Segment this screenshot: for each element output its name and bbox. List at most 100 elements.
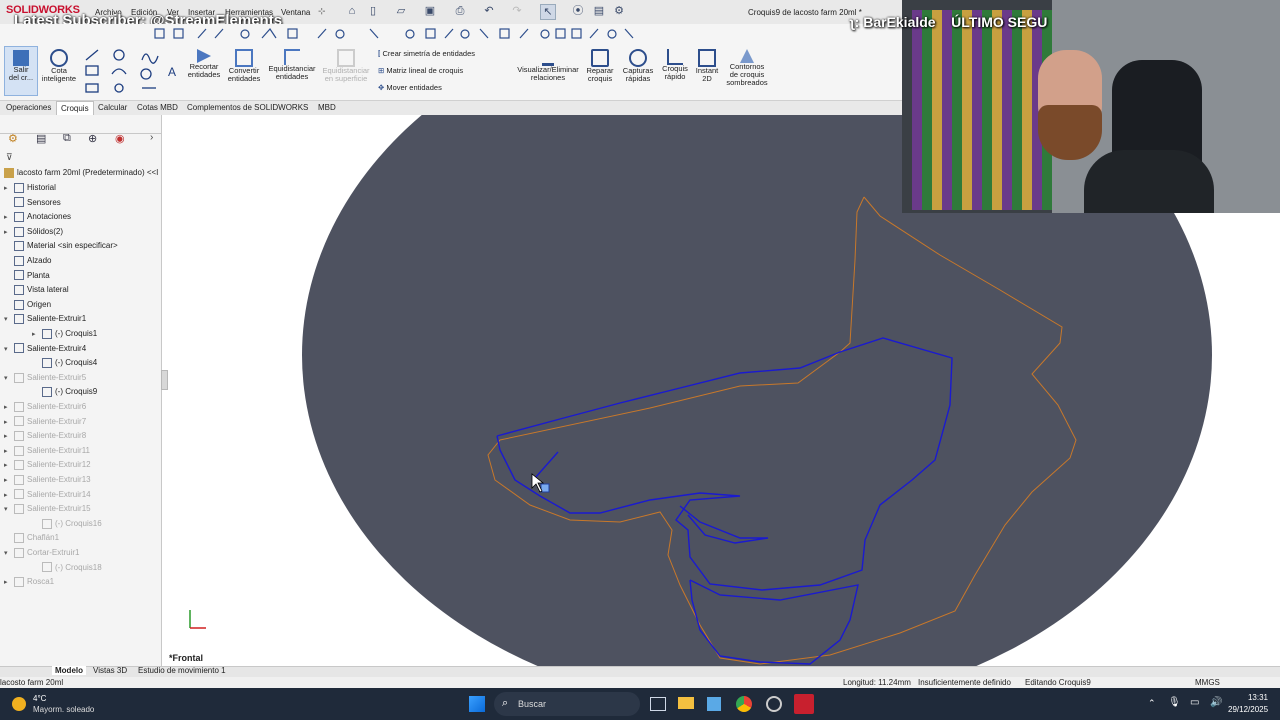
- tree-item[interactable]: (-) Croquis18: [32, 561, 102, 575]
- configuration-tab-icon[interactable]: ⧉: [63, 132, 71, 145]
- print-icon[interactable]: ⎙: [453, 4, 467, 18]
- select-arrow-icon[interactable]: ↖: [540, 4, 556, 20]
- tree-item[interactable]: Planta: [4, 269, 50, 283]
- tree-item[interactable]: Chaflán1: [4, 531, 59, 545]
- weather-temp[interactable]: 4°C: [33, 694, 46, 703]
- tree-item[interactable]: ▸ Saliente-Extruir6: [4, 400, 86, 414]
- tree-item[interactable]: ▾ Saliente-Extruir1: [4, 312, 86, 326]
- tree-root[interactable]: lacosto farm 20ml (Predeterminado) <<I: [4, 166, 158, 180]
- expand-toggle-icon[interactable]: ▸: [4, 416, 14, 430]
- panel-expand-arrow-icon[interactable]: ›: [150, 132, 153, 143]
- tab-calcular[interactable]: Calcular: [94, 101, 131, 114]
- tree-item[interactable]: ▸ Saliente-Extruir7: [4, 415, 86, 429]
- microphone-icon[interactable]: 🎙: [1168, 697, 1181, 708]
- tab-mbd[interactable]: MBD: [314, 101, 340, 114]
- expand-toggle-icon[interactable]: ▸: [4, 459, 14, 473]
- clock-date[interactable]: 29/12/2025: [1228, 705, 1268, 714]
- tab-vistas-3d[interactable]: Vistas 3D: [93, 666, 127, 675]
- expand-toggle-icon[interactable]: ▾: [4, 547, 14, 561]
- tree-item[interactable]: ▸ Saliente-Extruir11: [4, 444, 90, 458]
- task-view-icon[interactable]: [650, 697, 666, 711]
- expand-toggle-icon[interactable]: ▸: [4, 430, 14, 444]
- tray-chevron-icon[interactable]: ⌃: [1148, 698, 1156, 709]
- quick-snaps-button[interactable]: Capturas rápidas: [619, 46, 657, 86]
- tree-item[interactable]: ▸ Sólidos(2): [4, 225, 63, 239]
- tab-croquis[interactable]: Croquis: [56, 101, 94, 115]
- traffic-light-icon[interactable]: ⦿: [571, 4, 585, 18]
- smart-dimension-button[interactable]: Cota inteligente: [40, 46, 78, 86]
- expand-toggle-icon[interactable]: ▾: [4, 372, 14, 386]
- tree-item[interactable]: ▾ Saliente-Extruir15: [4, 502, 91, 516]
- tree-item[interactable]: ▸ Anotaciones: [4, 210, 71, 224]
- tab-estudio-movimiento[interactable]: Estudio de movimiento 1: [138, 666, 226, 675]
- expand-toggle-icon[interactable]: ▸: [4, 474, 14, 488]
- display-relations-button[interactable]: Visualizar/Eliminar relaciones: [515, 46, 581, 86]
- tree-item[interactable]: Material <sin especificar>: [4, 239, 118, 253]
- expand-toggle-icon[interactable]: ▸: [4, 211, 14, 225]
- dimxpert-tab-icon[interactable]: ⊕: [88, 132, 97, 145]
- volume-icon[interactable]: 🔊: [1210, 697, 1222, 708]
- feature-manager-tab-icon[interactable]: ⚙: [8, 132, 18, 145]
- tree-item[interactable]: ▾ Saliente-Extruir4: [4, 342, 86, 356]
- tree-item[interactable]: Origen: [4, 298, 51, 312]
- expand-toggle-icon[interactable]: ▾: [4, 343, 14, 357]
- tree-item[interactable]: ▸ (-) Croquis1: [32, 327, 97, 341]
- save-icon[interactable]: ▣: [423, 4, 437, 18]
- chrome-icon[interactable]: [736, 696, 752, 712]
- solidworks-taskbar-icon[interactable]: [794, 694, 814, 714]
- tree-item[interactable]: ▸ Saliente-Extruir8: [4, 429, 86, 443]
- filter-icon[interactable]: ⊽: [6, 152, 13, 163]
- tree-item[interactable]: ▸ Historial: [4, 181, 56, 195]
- mirror-entities-button[interactable]: ⫿ Crear simetría de entidades: [378, 50, 475, 58]
- tree-item[interactable]: ▸ Saliente-Extruir12: [4, 458, 91, 472]
- tree-item[interactable]: ▾ Saliente-Extruir5: [4, 371, 86, 385]
- obs-icon[interactable]: [766, 696, 782, 712]
- tree-item[interactable]: Alzado: [4, 254, 51, 268]
- new-document-icon[interactable]: ▯: [366, 4, 380, 18]
- expand-toggle-icon[interactable]: ▸: [4, 445, 14, 459]
- sketch-entity-tools[interactable]: A: [82, 46, 178, 96]
- tree-item[interactable]: Vista lateral: [4, 283, 69, 297]
- tab-cotas-mbd[interactable]: Cotas MBD: [133, 101, 182, 114]
- property-manager-tab-icon[interactable]: ▤: [36, 132, 46, 145]
- tree-item[interactable]: Sensores: [4, 196, 61, 210]
- tab-operaciones[interactable]: Operaciones: [2, 101, 55, 114]
- expand-toggle-icon[interactable]: ▸: [4, 489, 14, 503]
- tab-modelo[interactable]: Modelo: [52, 666, 86, 675]
- store-icon[interactable]: [707, 697, 721, 711]
- tree-item[interactable]: (-) Croquis9: [32, 385, 97, 399]
- file-explorer-icon[interactable]: [678, 697, 694, 709]
- shaded-contours-button[interactable]: Contornos de croquis sombreados: [722, 46, 772, 94]
- tree-item[interactable]: (-) Croquis16: [32, 517, 102, 531]
- expand-toggle-icon[interactable]: ▸: [4, 576, 14, 590]
- exit-sketch-button[interactable]: Salir del cr...: [4, 46, 38, 96]
- convert-entities-button[interactable]: Convertir entidades: [224, 46, 264, 86]
- status-units[interactable]: MMGS: [1195, 678, 1220, 687]
- expand-toggle-icon[interactable]: ▾: [4, 313, 14, 327]
- expand-toggle-icon[interactable]: ▾: [4, 503, 14, 517]
- tree-item[interactable]: ▾ Cortar-Extruir1: [4, 546, 79, 560]
- file-properties-icon[interactable]: ▤: [592, 4, 606, 18]
- display-manager-tab-icon[interactable]: ◉: [115, 132, 125, 145]
- tree-item[interactable]: ▸ Rosca1: [4, 575, 54, 589]
- network-icon[interactable]: ▭: [1190, 697, 1199, 708]
- redo-icon[interactable]: ↷: [510, 4, 524, 18]
- panel-splitter-handle[interactable]: [161, 370, 168, 390]
- taskbar-search-box[interactable]: ⌕ Buscar: [494, 692, 640, 716]
- offset-entities-button[interactable]: Equidistanciar entidades: [264, 46, 320, 86]
- expand-toggle-icon[interactable]: ▸: [4, 226, 14, 240]
- instant2d-button[interactable]: Instant 2D: [692, 46, 722, 86]
- tree-item[interactable]: ▸ Saliente-Extruir14: [4, 488, 91, 502]
- pin-icon[interactable]: ⊹: [318, 6, 326, 17]
- menu-ventana[interactable]: Ventana: [281, 8, 310, 17]
- clock-time[interactable]: 13:31: [1228, 693, 1268, 702]
- rapid-sketch-button[interactable]: Croquis rápido: [658, 46, 692, 86]
- expand-toggle-icon[interactable]: ▸: [4, 401, 14, 415]
- trim-entities-button[interactable]: Recortar entidades: [184, 46, 224, 86]
- expand-toggle-icon[interactable]: ▸: [4, 182, 14, 196]
- move-entities-button[interactable]: ✥ Mover entidades: [378, 84, 442, 92]
- tree-item[interactable]: (-) Croquis4: [32, 356, 97, 370]
- undo-icon[interactable]: ↶: [482, 4, 496, 18]
- options-gear-icon[interactable]: ⚙: [612, 4, 626, 18]
- weather-desc[interactable]: Mayorm. soleado: [33, 705, 94, 714]
